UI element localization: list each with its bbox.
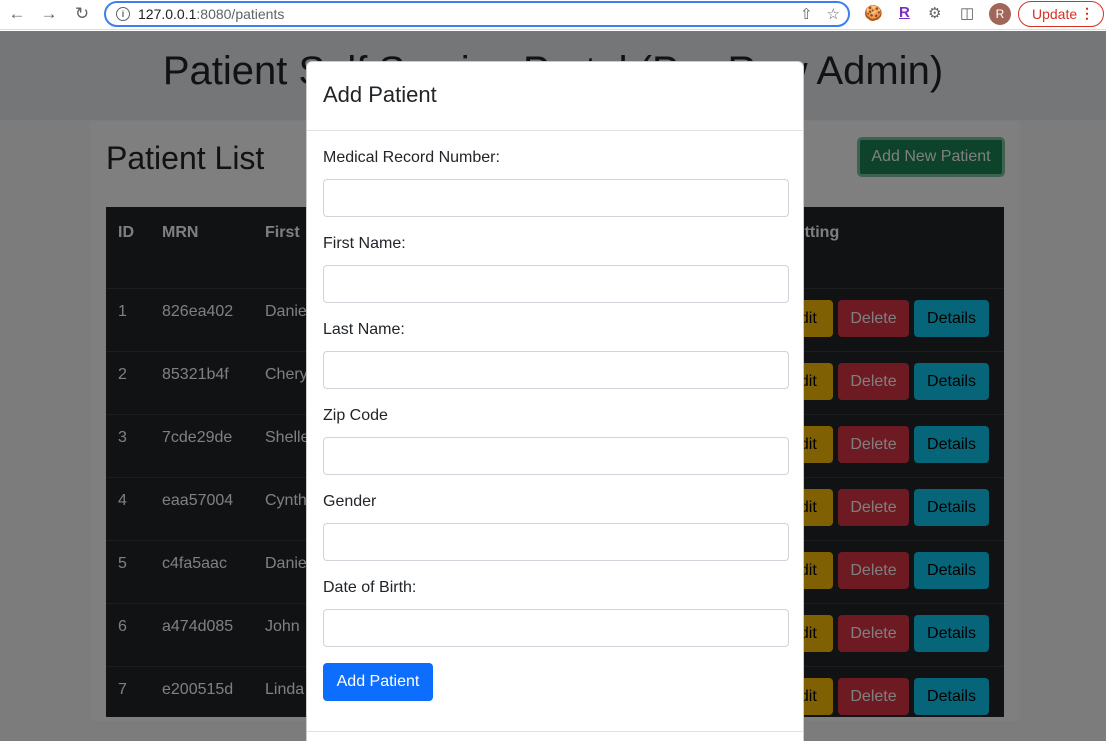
more-menu-icon[interactable]: ⋮ <box>1080 5 1094 22</box>
add-patient-form: Medical Record Number: First Name: Last … <box>307 131 803 701</box>
modal-title: Add Patient <box>323 82 437 107</box>
side-panel-icon[interactable]: ◫ <box>960 4 974 22</box>
zip-code-label: Zip Code <box>323 407 388 424</box>
share-icon[interactable]: ⇧ <box>800 5 813 23</box>
dob-label: Date of Birth: <box>323 579 417 596</box>
mrn-input[interactable] <box>323 179 789 217</box>
browser-update-button[interactable]: Update ⋮ <box>1018 1 1104 27</box>
dob-input[interactable] <box>323 609 789 647</box>
profile-avatar[interactable]: R <box>989 3 1011 25</box>
site-info-icon[interactable]: i <box>116 7 130 21</box>
mrn-label: Medical Record Number: <box>323 149 500 166</box>
reload-icon[interactable]: ↻ <box>71 3 93 25</box>
browser-toolbar: ← → ↻ i 127.0.0.1:8080/patients ⇧ ☆ 🍪 R … <box>0 0 1106 30</box>
extensions-puzzle-icon[interactable]: ⚙ <box>928 4 941 22</box>
modal-header: Add Patient <box>307 62 803 131</box>
update-label: Update <box>1032 6 1078 22</box>
last-name-input[interactable] <box>323 351 789 389</box>
back-icon[interactable]: ← <box>6 3 28 25</box>
extension-r-icon[interactable]: R <box>899 4 910 21</box>
add-patient-modal: Add Patient Medical Record Number: First… <box>306 61 804 741</box>
gender-input[interactable] <box>323 523 789 561</box>
forward-icon[interactable]: → <box>38 3 60 25</box>
modal-footer-divider <box>307 731 803 732</box>
address-bar[interactable]: i 127.0.0.1:8080/patients ⇧ ☆ <box>104 1 850 27</box>
first-name-label: First Name: <box>323 235 406 252</box>
zip-code-input[interactable] <box>323 437 789 475</box>
first-name-input[interactable] <box>323 265 789 303</box>
add-patient-submit-button[interactable]: Add Patient <box>323 663 433 701</box>
last-name-label: Last Name: <box>323 321 405 338</box>
gender-label: Gender <box>323 493 377 510</box>
extension-cookie-icon[interactable]: 🍪 <box>864 4 883 22</box>
url-text: 127.0.0.1:8080/patients <box>138 6 285 22</box>
bookmark-star-icon[interactable]: ☆ <box>827 5 840 23</box>
